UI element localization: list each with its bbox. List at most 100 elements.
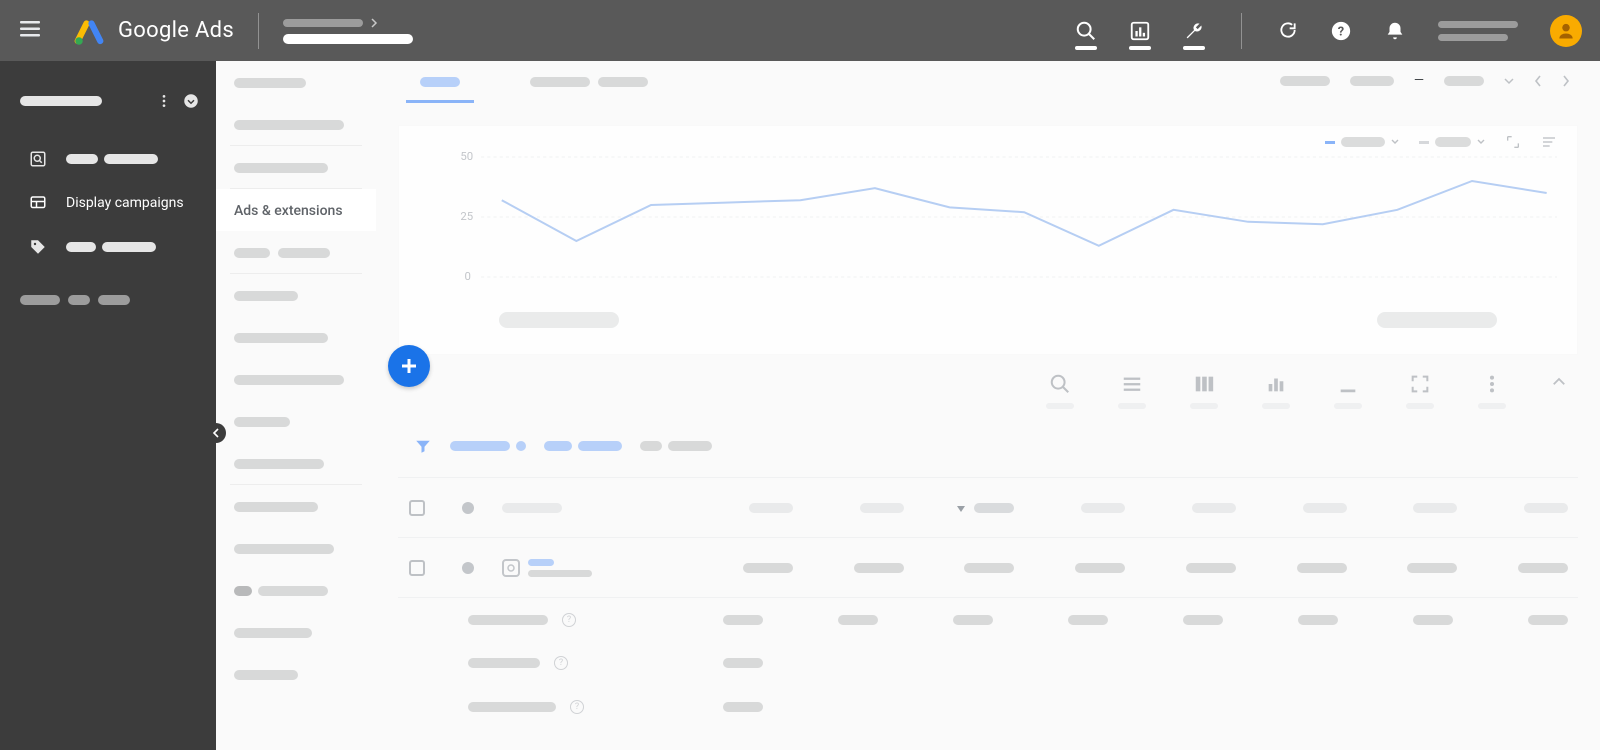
toolbar-more[interactable] bbox=[1478, 373, 1506, 409]
filter-chip[interactable] bbox=[544, 441, 622, 451]
chart-options-icon[interactable] bbox=[1541, 134, 1557, 150]
subnav-item[interactable] bbox=[216, 569, 376, 611]
search-icon bbox=[1049, 373, 1071, 395]
header-actions: ? bbox=[1075, 13, 1582, 49]
add-button[interactable] bbox=[388, 345, 430, 387]
col-header[interactable] bbox=[1141, 503, 1236, 513]
toolbar-segment[interactable] bbox=[1118, 373, 1146, 409]
sidebar-item-label: Display campaigns bbox=[66, 195, 184, 211]
sidebar-overview[interactable] bbox=[0, 79, 216, 123]
status-col-header[interactable] bbox=[450, 502, 486, 514]
table-cell bbox=[1473, 563, 1568, 573]
col-header[interactable] bbox=[809, 503, 904, 513]
dropdown-icon[interactable] bbox=[1504, 76, 1514, 86]
table-cell bbox=[1030, 563, 1125, 573]
hamburger-menu-icon[interactable] bbox=[18, 17, 40, 45]
collapse-sidebar-button[interactable] bbox=[206, 423, 226, 443]
toolbar-download[interactable] bbox=[1334, 373, 1362, 409]
subnav-item[interactable] bbox=[216, 146, 376, 188]
subnav-item[interactable] bbox=[216, 485, 376, 527]
metric-selector-2[interactable] bbox=[1419, 137, 1485, 147]
secondary-sidebar: Ads & extensions bbox=[216, 61, 376, 750]
metric-selector-1[interactable] bbox=[1325, 137, 1399, 147]
tag-icon bbox=[28, 237, 48, 257]
more-vert-icon[interactable] bbox=[156, 93, 172, 109]
col-header[interactable] bbox=[1363, 503, 1458, 513]
toolbar-search[interactable] bbox=[1046, 373, 1074, 409]
chevron-left-icon bbox=[211, 428, 221, 438]
col-header[interactable] bbox=[1473, 503, 1568, 513]
info-icon[interactable]: ? bbox=[562, 613, 576, 627]
info-icon[interactable]: ? bbox=[554, 656, 568, 670]
prev-period-icon[interactable] bbox=[1534, 75, 1542, 87]
toolbar-reports[interactable] bbox=[1262, 373, 1290, 409]
filter-chip[interactable] bbox=[450, 441, 526, 451]
table-row[interactable] bbox=[398, 537, 1578, 597]
tab[interactable] bbox=[530, 61, 648, 103]
sidebar-item-search[interactable] bbox=[0, 137, 216, 181]
account-avatar-icon[interactable] bbox=[1550, 15, 1582, 47]
col-header[interactable] bbox=[1252, 503, 1347, 513]
subnav-item[interactable] bbox=[216, 358, 376, 400]
col-header[interactable] bbox=[698, 503, 793, 513]
help-icon[interactable]: ? bbox=[1330, 20, 1352, 42]
chart-controls bbox=[1325, 134, 1557, 150]
expand-collapse-icon[interactable] bbox=[182, 92, 200, 110]
subnav-item[interactable] bbox=[216, 61, 376, 103]
subnav-item[interactable] bbox=[216, 316, 376, 358]
plus-icon bbox=[397, 354, 421, 378]
refresh-icon[interactable] bbox=[1278, 20, 1298, 42]
data-table: ? ? ? bbox=[398, 477, 1578, 729]
search-box-icon bbox=[28, 149, 48, 169]
primary-sidebar: Display campaigns bbox=[0, 61, 216, 750]
subnav-item-ads-extensions[interactable]: Ads & extensions bbox=[216, 189, 376, 231]
tab-active[interactable] bbox=[420, 61, 460, 103]
segment-icon bbox=[1121, 373, 1143, 395]
sidebar-item-tagged[interactable] bbox=[0, 225, 216, 269]
breadcrumb[interactable] bbox=[283, 18, 413, 44]
info-icon[interactable]: ? bbox=[570, 700, 584, 714]
filter-icon[interactable] bbox=[414, 437, 432, 455]
sidebar-item-display-campaigns[interactable]: Display campaigns bbox=[0, 181, 216, 225]
subnav-item[interactable] bbox=[216, 103, 376, 145]
col-header-sorted[interactable] bbox=[920, 503, 1015, 513]
reports-icon[interactable] bbox=[1129, 20, 1151, 42]
divider bbox=[258, 13, 259, 49]
date-range-controls[interactable]: — bbox=[1280, 73, 1570, 88]
thumbnail-icon bbox=[502, 559, 520, 577]
subnav-item[interactable] bbox=[216, 527, 376, 569]
sort-down-icon bbox=[956, 503, 966, 513]
sidebar-footer-text bbox=[0, 269, 216, 305]
row-status[interactable] bbox=[450, 562, 486, 574]
toolbar-columns[interactable] bbox=[1190, 373, 1218, 409]
subnav-item[interactable] bbox=[216, 400, 376, 442]
subnav-item[interactable] bbox=[216, 274, 376, 316]
subnav-item[interactable] bbox=[216, 653, 376, 695]
svg-text:?: ? bbox=[1338, 24, 1344, 39]
performance-chart: 50 25 0 bbox=[398, 125, 1578, 355]
col-header[interactable] bbox=[502, 503, 682, 513]
select-all-checkbox[interactable] bbox=[408, 499, 434, 517]
brand-logo[interactable]: Google Ads bbox=[74, 16, 234, 46]
subnav-item[interactable] bbox=[216, 442, 376, 484]
notifications-icon[interactable] bbox=[1384, 20, 1406, 42]
subnav-item[interactable] bbox=[216, 231, 376, 273]
more-vert-icon bbox=[1481, 373, 1503, 395]
table-cell bbox=[1363, 563, 1458, 573]
expand-chart-icon[interactable] bbox=[1505, 134, 1521, 150]
row-primary-cell[interactable] bbox=[502, 559, 682, 577]
table-cell bbox=[920, 563, 1015, 573]
subnav-item[interactable] bbox=[216, 611, 376, 653]
row-checkbox[interactable] bbox=[408, 559, 434, 577]
filter-chip[interactable] bbox=[640, 441, 712, 451]
table-cell bbox=[1252, 563, 1347, 573]
col-header[interactable] bbox=[1030, 503, 1125, 513]
google-ads-logo-icon bbox=[74, 16, 104, 46]
next-period-icon[interactable] bbox=[1562, 75, 1570, 87]
svg-text:0: 0 bbox=[465, 270, 471, 283]
search-icon[interactable] bbox=[1075, 20, 1097, 42]
tools-icon[interactable] bbox=[1183, 20, 1205, 42]
toolbar-expand[interactable] bbox=[1406, 373, 1434, 409]
account-text[interactable] bbox=[1438, 21, 1518, 41]
toolbar-collapse[interactable] bbox=[1550, 373, 1568, 391]
